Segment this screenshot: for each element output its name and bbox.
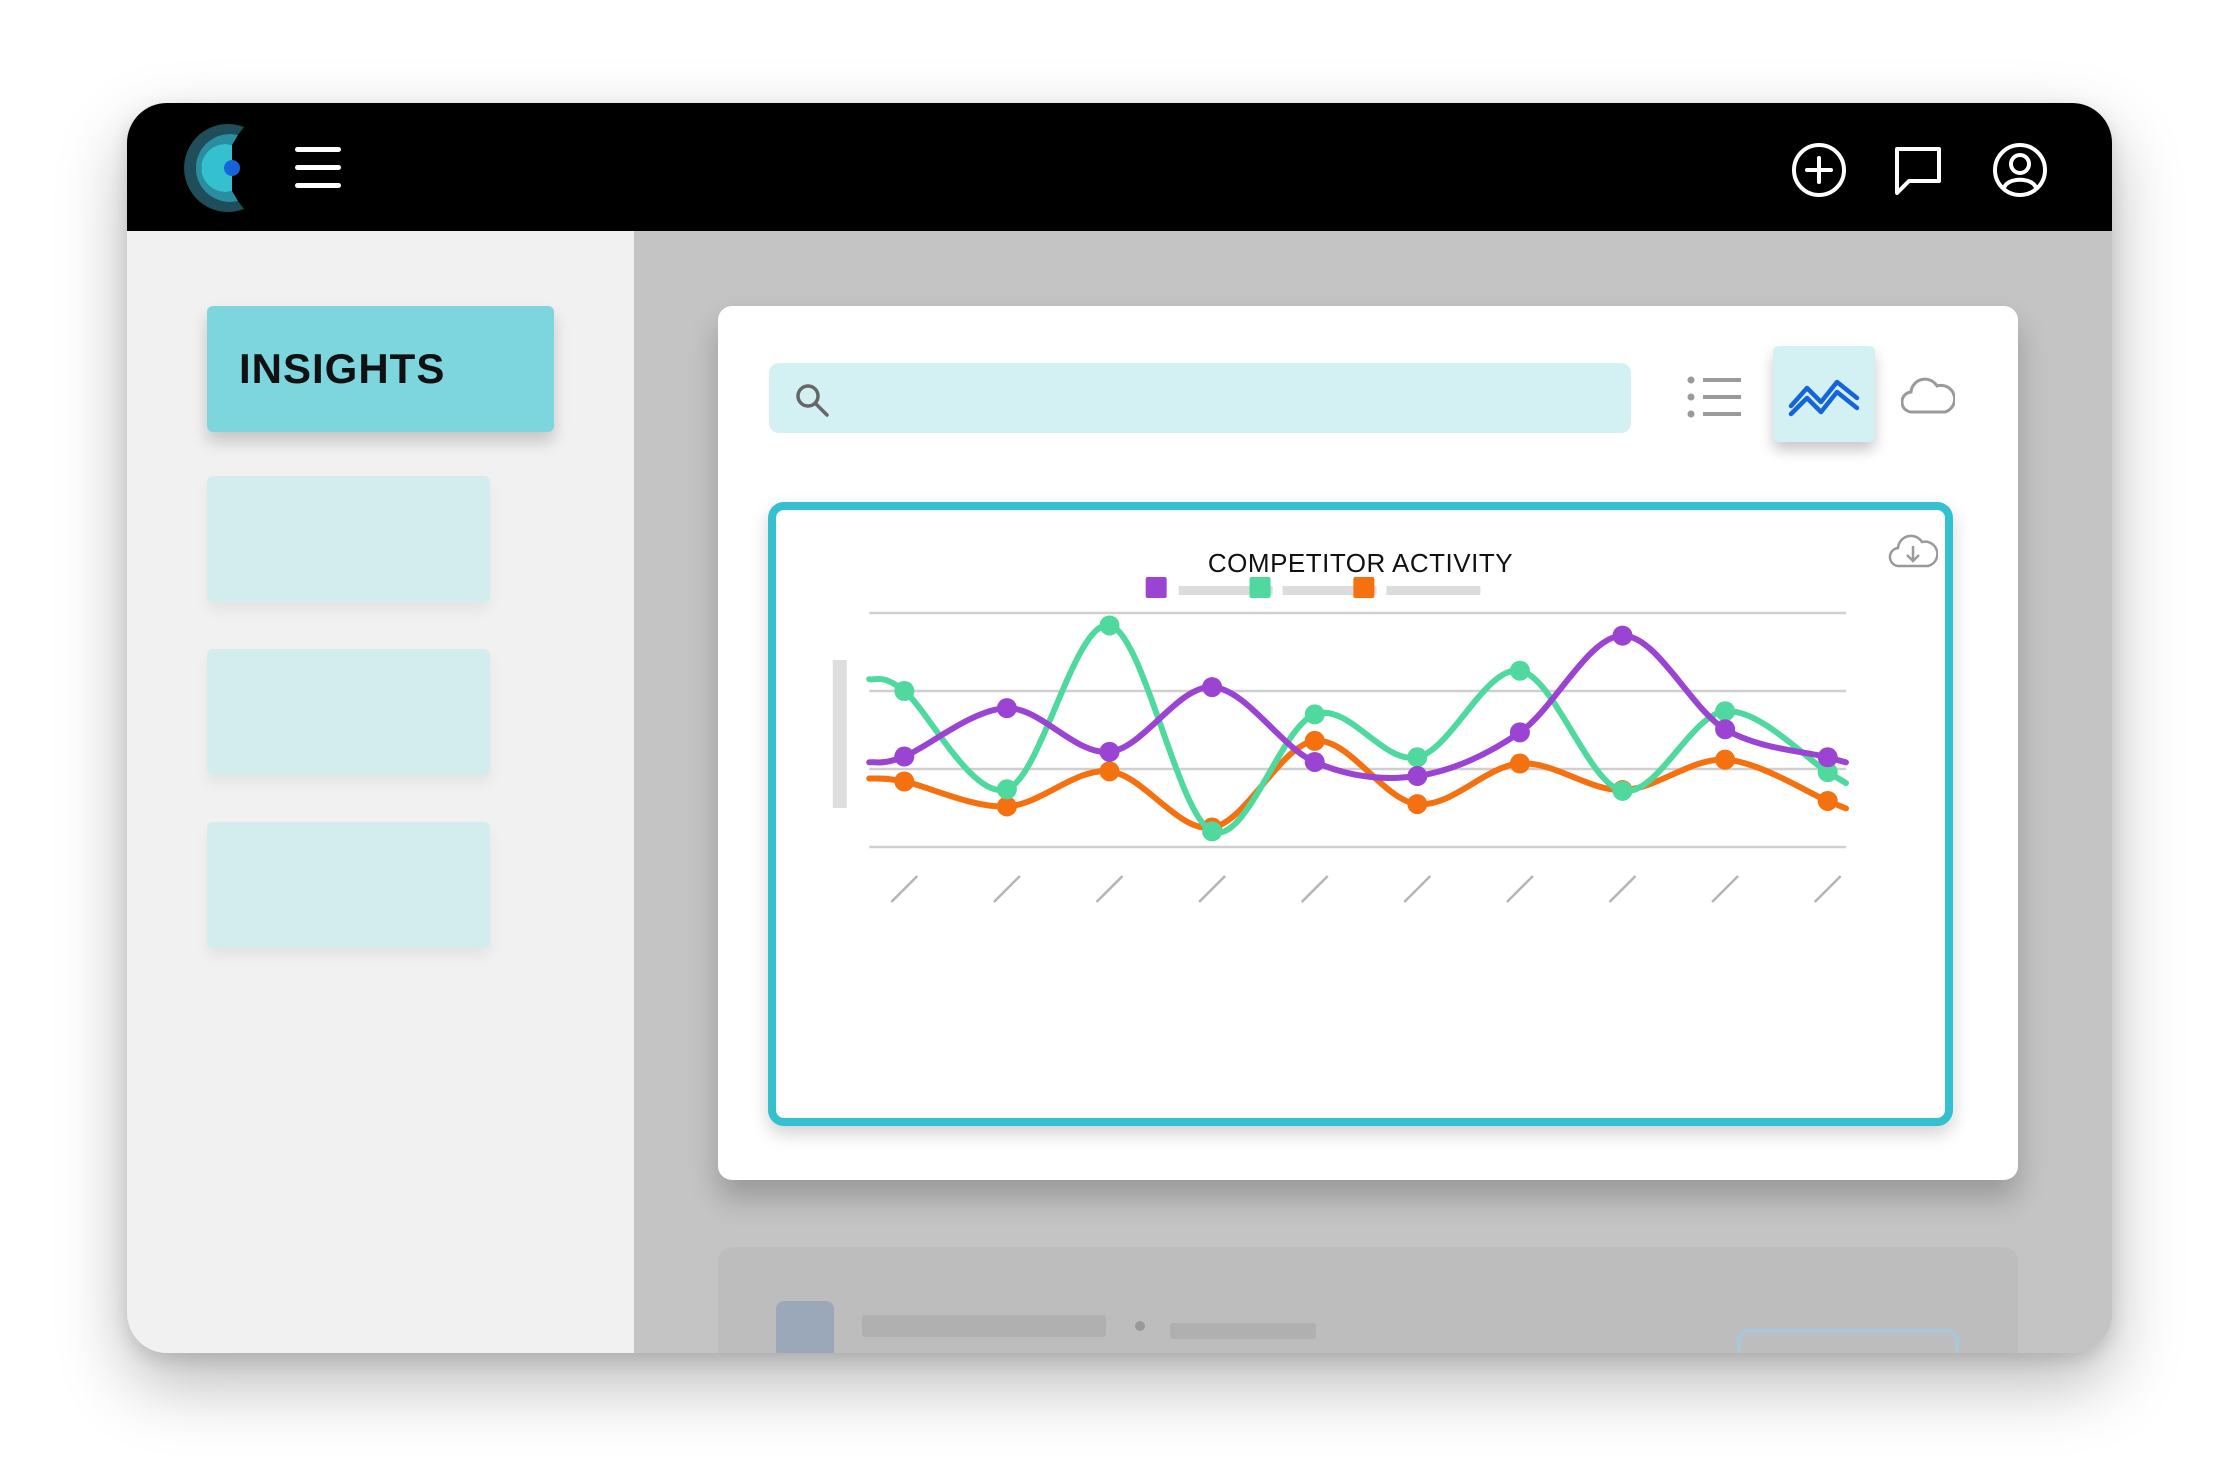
sidebar-item-insights[interactable]: INSIGHTS	[207, 306, 554, 432]
data-point	[1304, 730, 1325, 751]
data-point	[1407, 747, 1428, 768]
hamburger-menu-icon[interactable]	[295, 147, 341, 189]
line-chart-icon	[1788, 379, 1860, 417]
data-point	[1509, 660, 1530, 681]
list-view-icon[interactable]	[1685, 372, 1745, 422]
data-point	[1715, 701, 1736, 722]
data-point	[1407, 794, 1428, 815]
legend-swatch	[1353, 577, 1375, 598]
data-point	[1099, 741, 1120, 762]
data-point	[1817, 790, 1838, 811]
data-point	[1304, 704, 1325, 725]
app-logo-icon[interactable]	[182, 123, 272, 213]
y-axis-label-placeholder	[832, 660, 847, 808]
app-window: INSIGHTS COMPETITOR ACTIVITY	[127, 103, 2112, 1353]
line-chart	[832, 577, 1849, 903]
avatar	[776, 1301, 834, 1353]
data-point	[996, 796, 1017, 817]
data-point	[1715, 749, 1736, 770]
data-point	[1817, 747, 1838, 768]
series-line	[866, 622, 1849, 836]
data-point	[1099, 615, 1120, 636]
x-tick-label	[1608, 875, 1637, 903]
main-content: COMPETITOR ACTIVITY	[634, 231, 2112, 1353]
data-point	[1202, 677, 1223, 698]
x-tick-label	[993, 875, 1021, 903]
x-tick-label	[1198, 875, 1226, 903]
cloud-icon[interactable]	[1901, 374, 1955, 418]
data-point	[1509, 722, 1530, 743]
data-point	[1099, 761, 1120, 782]
legend-label-placeholder	[1386, 586, 1481, 595]
chart-view-button[interactable]	[1773, 346, 1875, 442]
data-point	[1715, 719, 1736, 740]
insights-card: COMPETITOR ACTIVITY	[718, 306, 2018, 1180]
search-input[interactable]	[849, 363, 1613, 435]
data-point	[1304, 751, 1325, 772]
x-tick-label	[890, 875, 919, 903]
data-point	[894, 681, 915, 701]
data-point	[996, 779, 1017, 800]
top-bar	[127, 103, 2112, 231]
legend-swatch	[1145, 577, 1167, 598]
data-point	[1407, 766, 1428, 787]
x-tick-label	[1095, 875, 1124, 903]
data-point	[1612, 625, 1633, 646]
data-point	[1612, 780, 1633, 801]
sidebar-item-placeholder[interactable]	[207, 649, 490, 775]
data-point	[894, 746, 915, 767]
data-point	[894, 771, 915, 792]
sidebar: INSIGHTS	[127, 231, 634, 1353]
sidebar-item-label: INSIGHTS	[239, 345, 446, 392]
secondary-card	[718, 1247, 2018, 1353]
sidebar-item-placeholder[interactable]	[207, 822, 490, 948]
x-tick-label	[1300, 875, 1329, 903]
x-tick-label	[1403, 875, 1432, 903]
text-placeholder	[862, 1315, 1106, 1337]
text-placeholder	[1170, 1323, 1316, 1339]
user-profile-icon[interactable]	[1991, 141, 2049, 199]
separator-dot	[1135, 1321, 1145, 1331]
x-tick-label	[1506, 875, 1534, 903]
sidebar-item-placeholder[interactable]	[207, 476, 490, 602]
chart-panel: COMPETITOR ACTIVITY	[768, 502, 1953, 1126]
chat-bubble-icon[interactable]	[1889, 141, 1947, 199]
search-icon	[796, 384, 829, 417]
add-circle-icon[interactable]	[1790, 141, 1848, 199]
data-point	[1202, 821, 1223, 842]
x-tick-label	[1813, 875, 1842, 903]
data-point	[996, 698, 1017, 719]
data-point	[1509, 753, 1530, 774]
secondary-card-button[interactable]	[1737, 1329, 1959, 1353]
search-bar[interactable]	[769, 363, 1631, 435]
legend-swatch	[1249, 577, 1271, 598]
x-tick-label	[1711, 875, 1739, 903]
